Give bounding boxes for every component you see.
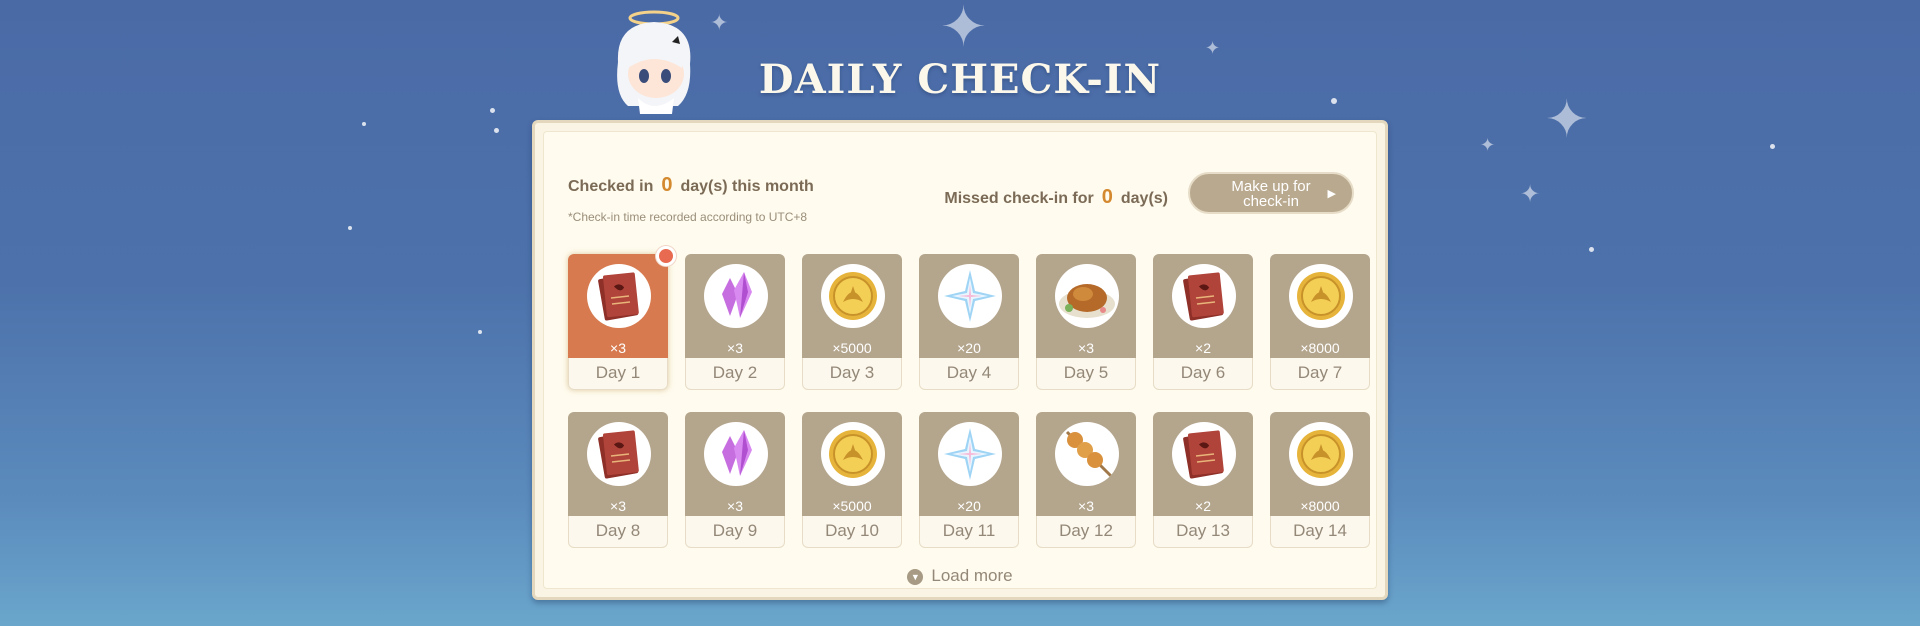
reward-quantity: ×3 (610, 498, 626, 514)
utc-note: *Check-in time recorded according to UTC… (568, 210, 808, 224)
reward-quantity: ×3 (727, 498, 743, 514)
reward-day-label: Day 7 (1270, 358, 1370, 390)
coin-icon (1289, 422, 1353, 486)
reward-day-card[interactable]: ×3 Day 5 (1036, 254, 1136, 390)
page-title: DAILY CHECK-IN (758, 56, 1162, 103)
load-more-button[interactable]: ▼ Load more (544, 566, 1376, 586)
sky-star-icon: ✦ (940, 0, 987, 58)
reward-card-face: ×2 (1153, 254, 1253, 358)
book-icon (587, 264, 651, 328)
checked-in-stat: Checked in 0 day(s) this month (568, 174, 814, 197)
reward-card-face: ×20 (919, 412, 1019, 516)
reward-quantity: ×3 (610, 340, 626, 356)
missed-stat: Missed check-in for 0 day(s) (944, 186, 1168, 209)
reward-day-card[interactable]: ×20 Day 11 (919, 412, 1019, 548)
notification-dot (656, 246, 676, 266)
reward-day-card[interactable]: ×3 Day 8 (568, 412, 668, 548)
reward-card-face: ×3 (1036, 254, 1136, 358)
book-icon (1172, 422, 1236, 486)
sky-dot (478, 330, 482, 334)
reward-quantity: ×3 (1078, 340, 1094, 356)
reward-card-face: ×3 (1036, 412, 1136, 516)
missed-prefix: Missed check-in for (944, 190, 1094, 207)
reward-day-label: Day 9 (685, 516, 785, 548)
reward-day-label: Day 2 (685, 358, 785, 390)
reward-card-face: ×3 (568, 412, 668, 516)
checkin-panel: Checked in 0 day(s) this month *Check-in t… (532, 120, 1388, 600)
coin-icon (1289, 264, 1353, 328)
reward-card-face: ×5000 (802, 254, 902, 358)
star-gem-icon (938, 264, 1002, 328)
reward-quantity: ×3 (727, 340, 743, 356)
reward-card-face: ×3 (568, 254, 668, 358)
crystal-icon (704, 422, 768, 486)
roast-chicken-icon (1055, 264, 1119, 328)
reward-quantity: ×20 (957, 340, 981, 356)
sky-dot (490, 108, 495, 113)
reward-day-card[interactable]: ×8000 Day 7 (1270, 254, 1370, 390)
sky-dot (1770, 144, 1775, 149)
reward-day-label: Day 5 (1036, 358, 1136, 390)
reward-day-label: Day 6 (1153, 358, 1253, 390)
reward-quantity: ×8000 (1300, 340, 1340, 356)
sky-dot (348, 226, 352, 230)
checked-count: 0 (661, 174, 673, 196)
reward-day-label: Day 1 (568, 358, 668, 390)
reward-card-face: ×3 (685, 412, 785, 516)
reward-day-label: Day 10 (802, 516, 902, 548)
book-icon (1172, 264, 1236, 328)
reward-card-face: ×3 (685, 254, 785, 358)
reward-card-face: ×8000 (1270, 254, 1370, 358)
reward-day-label: Day 4 (919, 358, 1019, 390)
reward-day-card[interactable]: ×2 Day 6 (1153, 254, 1253, 390)
reward-quantity: ×2 (1195, 340, 1211, 356)
reward-quantity: ×2 (1195, 498, 1211, 514)
reward-day-card[interactable]: ×3 Day 2 (685, 254, 785, 390)
missed-count: 0 (1101, 186, 1113, 208)
sky-star-icon: ✦ (1520, 181, 1541, 208)
reward-quantity: ×5000 (832, 340, 872, 356)
book-icon (587, 422, 651, 486)
make-up-checkin-button[interactable]: Make up for check-in ▶ (1188, 172, 1354, 214)
reward-day-card[interactable]: ×5000 Day 3 (802, 254, 902, 390)
reward-day-label: Day 8 (568, 516, 668, 548)
coin-icon (821, 422, 885, 486)
reward-day-label: Day 11 (919, 516, 1019, 548)
sky-dot (494, 128, 499, 133)
checked-suffix: day(s) this month (680, 178, 814, 195)
panel-inner: Checked in 0 day(s) this month *Check-in t… (543, 131, 1377, 589)
reward-day-label: Day 13 (1153, 516, 1253, 548)
load-more-label: Load more (931, 566, 1013, 585)
reward-day-card[interactable]: ×8000 Day 14 (1270, 412, 1370, 548)
reward-quantity: ×5000 (832, 498, 872, 514)
reward-day-label: Day 3 (802, 358, 902, 390)
reward-day-label: Day 12 (1036, 516, 1136, 548)
checked-prefix: Checked in (568, 178, 654, 195)
reward-card-face: ×2 (1153, 412, 1253, 516)
reward-card-face: ×8000 (1270, 412, 1370, 516)
chevron-down-icon: ▼ (907, 569, 924, 585)
coin-icon (821, 264, 885, 328)
reward-quantity: ×3 (1078, 498, 1094, 514)
reward-card-face: ×5000 (802, 412, 902, 516)
star-gem-icon (938, 422, 1002, 486)
reward-quantity: ×20 (957, 498, 981, 514)
reward-day-card[interactable]: ×3 Day 1 (568, 246, 676, 390)
reward-card-face: ×20 (919, 254, 1019, 358)
reward-day-card[interactable]: ×3 Day 9 (685, 412, 785, 548)
crystal-icon (704, 264, 768, 328)
reward-quantity: ×8000 (1300, 498, 1340, 514)
play-arrow-icon: ▶ (1327, 188, 1336, 200)
reward-day-card[interactable]: ×20 Day 4 (919, 254, 1019, 390)
reward-day-card[interactable]: ×5000 Day 10 (802, 412, 902, 548)
skewer-icon (1055, 422, 1119, 486)
reward-day-label: Day 14 (1270, 516, 1370, 548)
sky-star-icon: ✦ (1480, 135, 1496, 155)
sky-dot (362, 122, 366, 126)
sky-dot (1589, 247, 1594, 252)
reward-day-card[interactable]: ×3 Day 12 (1036, 412, 1136, 548)
missed-suffix: day(s) (1120, 190, 1168, 207)
sky-star-icon: ✦ (710, 10, 729, 35)
reward-day-card[interactable]: ×2 Day 13 (1153, 412, 1253, 548)
